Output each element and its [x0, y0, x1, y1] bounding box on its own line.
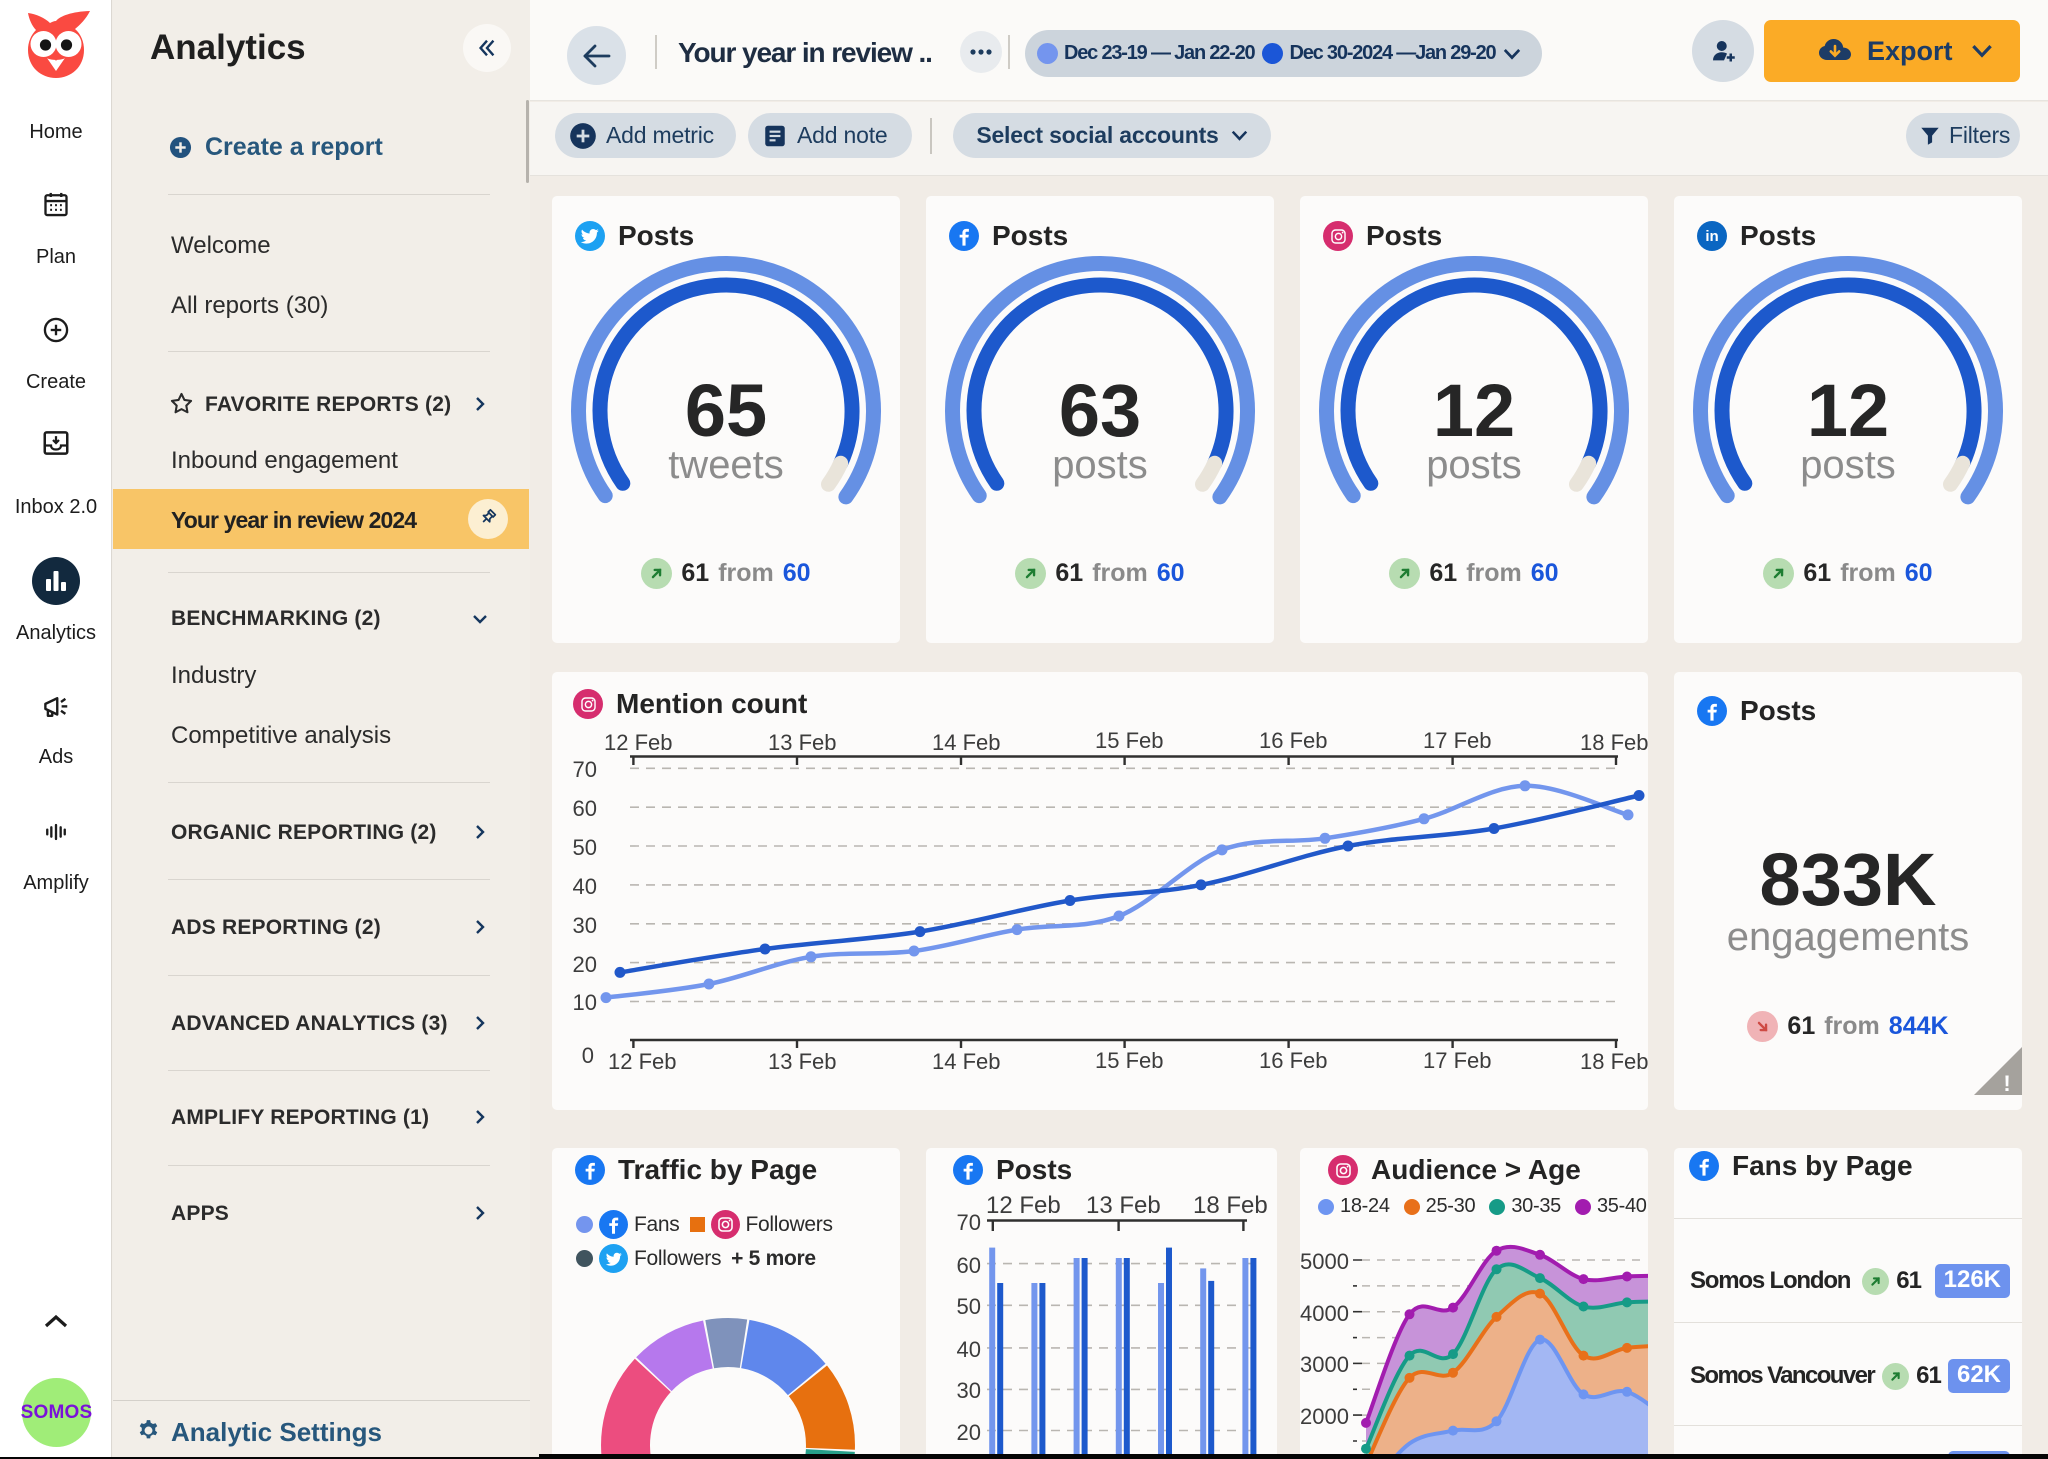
svg-text:!: ! [2003, 1071, 2010, 1095]
